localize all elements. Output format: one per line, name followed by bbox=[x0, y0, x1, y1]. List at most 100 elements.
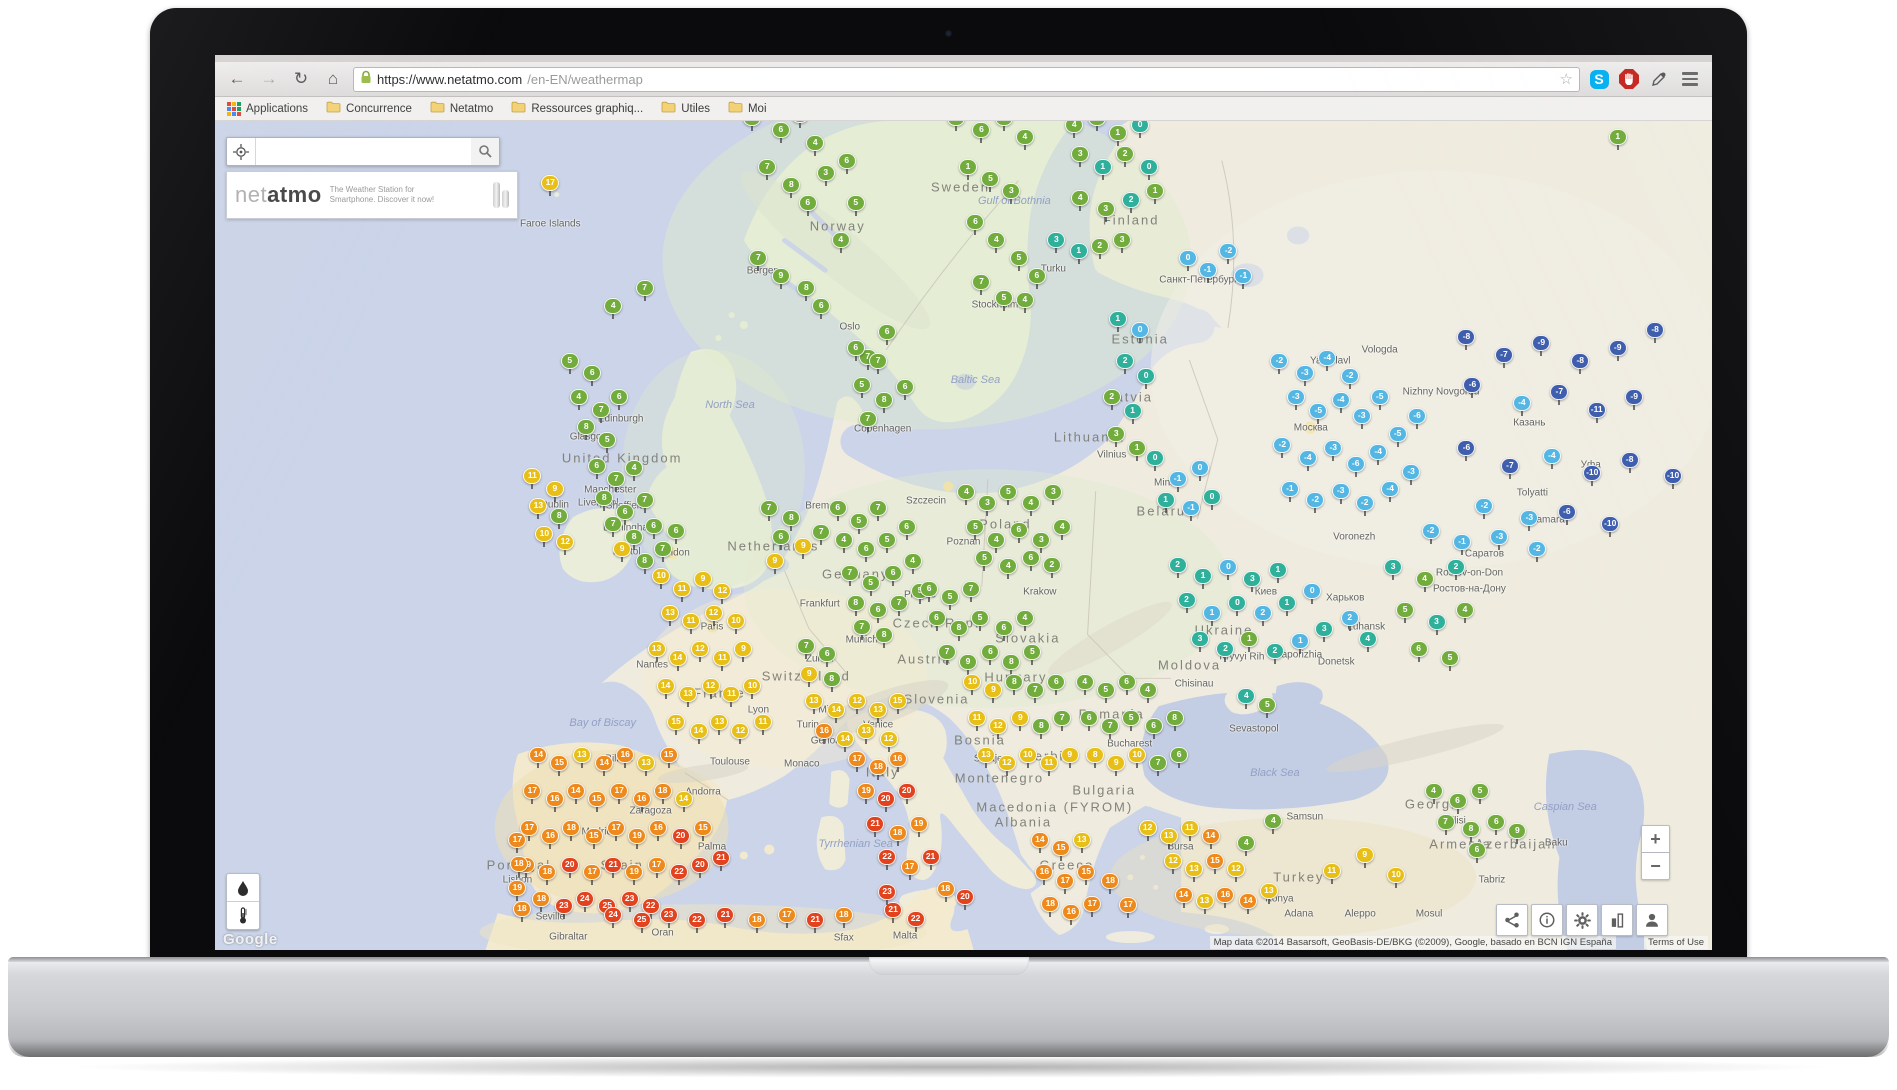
temp-marker[interactable]: 5 bbox=[941, 589, 959, 610]
temp-marker[interactable]: 19 bbox=[857, 783, 875, 804]
temp-marker[interactable]: 20 bbox=[561, 857, 579, 878]
temp-marker[interactable]: 6 bbox=[1080, 710, 1098, 731]
temp-marker[interactable]: 22 bbox=[907, 911, 925, 932]
temp-marker[interactable]: 10 bbox=[727, 613, 745, 634]
temp-marker[interactable]: 14 bbox=[827, 702, 845, 723]
temp-marker[interactable]: 5 bbox=[862, 575, 880, 596]
temp-marker[interactable]: 12 bbox=[556, 534, 574, 555]
temp-marker[interactable]: 18 bbox=[538, 864, 556, 885]
temp-marker[interactable]: 6 bbox=[588, 458, 606, 479]
temp-marker[interactable]: 8 bbox=[782, 177, 800, 198]
temp-marker[interactable]: 14 bbox=[836, 731, 854, 752]
temp-marker[interactable]: -6 bbox=[1457, 440, 1475, 461]
temp-marker[interactable]: 22 bbox=[688, 912, 706, 933]
temp-marker[interactable]: 3 bbox=[1071, 146, 1089, 167]
temp-marker[interactable]: 8 bbox=[1086, 747, 1104, 768]
temp-marker[interactable]: 5 bbox=[1471, 783, 1489, 804]
temp-marker[interactable]: 2 bbox=[1116, 353, 1134, 374]
temp-marker[interactable]: 4 bbox=[625, 460, 643, 481]
temp-marker[interactable]: 13 bbox=[977, 747, 995, 768]
temp-marker[interactable]: 9 bbox=[984, 682, 1002, 703]
temp-marker[interactable]: 4 bbox=[1237, 835, 1255, 856]
temp-marker[interactable]: -6 bbox=[1558, 504, 1576, 525]
temp-marker[interactable]: 12 bbox=[848, 693, 866, 714]
temp-marker[interactable]: 17 bbox=[1083, 896, 1101, 917]
temp-marker[interactable]: 6 bbox=[812, 298, 830, 319]
temp-marker[interactable]: 12 bbox=[691, 641, 709, 662]
temp-marker[interactable]: 3 bbox=[978, 495, 996, 516]
temp-marker[interactable]: 6 bbox=[829, 500, 847, 521]
bookmark-item-concurrence[interactable]: Concurrence bbox=[326, 101, 412, 116]
temp-marker[interactable]: 2 bbox=[1091, 238, 1109, 259]
temp-marker[interactable]: 16 bbox=[1035, 864, 1053, 885]
temp-marker[interactable]: 0 bbox=[1146, 450, 1164, 471]
temp-marker[interactable]: -1 bbox=[1281, 481, 1299, 502]
temp-marker[interactable]: 9 bbox=[546, 481, 564, 502]
temp-marker[interactable]: 17 bbox=[1119, 897, 1137, 918]
temp-marker[interactable]: 11 bbox=[754, 714, 772, 735]
settings-gear-button[interactable] bbox=[1566, 904, 1598, 936]
temp-marker[interactable]: -6 bbox=[1347, 456, 1365, 477]
terms-of-use-link[interactable]: Terms of Use bbox=[1644, 936, 1708, 949]
temp-marker[interactable]: 16 bbox=[815, 723, 833, 744]
temp-marker[interactable]: 6 bbox=[878, 324, 896, 345]
temp-marker[interactable]: -5 bbox=[1389, 426, 1407, 447]
temp-marker[interactable]: 7 bbox=[636, 492, 654, 513]
temp-marker[interactable]: 2 bbox=[1266, 643, 1284, 664]
bookmark-item-ressources-graphiq[interactable]: Ressources graphiq... bbox=[511, 101, 643, 116]
temp-marker[interactable]: 11 bbox=[722, 686, 740, 707]
temp-marker[interactable]: -2 bbox=[1219, 243, 1237, 264]
weather-map[interactable]: North SeaBaltic SeaGulf of BothniaBay of… bbox=[215, 121, 1712, 950]
temp-marker[interactable]: 7 bbox=[962, 581, 980, 602]
temp-marker[interactable]: 18 bbox=[835, 907, 853, 928]
temp-marker[interactable]: 6 bbox=[995, 620, 1013, 641]
temp-marker[interactable]: 1 bbox=[959, 159, 977, 180]
temp-marker[interactable]: 2 bbox=[1216, 641, 1234, 662]
temp-marker[interactable]: -3 bbox=[1296, 365, 1314, 386]
temp-marker[interactable]: 1 bbox=[1240, 631, 1258, 652]
temp-marker[interactable]: 4 bbox=[1016, 292, 1034, 313]
temp-marker[interactable]: -4 bbox=[1369, 444, 1387, 465]
temp-marker[interactable]: 6 bbox=[847, 340, 865, 361]
temp-marker[interactable]: 6 bbox=[1022, 550, 1040, 571]
temp-marker[interactable]: 6 bbox=[1028, 268, 1046, 289]
temp-marker[interactable]: -6 bbox=[1408, 408, 1426, 429]
temp-marker[interactable]: 18 bbox=[1041, 896, 1059, 917]
temp-marker[interactable]: 9 bbox=[1011, 710, 1029, 731]
adblock-extension-icon[interactable] bbox=[1618, 68, 1640, 90]
temp-marker[interactable]: 17 bbox=[508, 832, 526, 853]
temp-marker[interactable]: 7 bbox=[1101, 718, 1119, 739]
temp-marker[interactable]: 1 bbox=[1070, 243, 1088, 264]
temp-marker[interactable]: 7 bbox=[853, 619, 871, 640]
temp-marker[interactable]: 6 bbox=[799, 195, 817, 216]
temp-marker[interactable]: 20 bbox=[898, 783, 916, 804]
temp-marker[interactable]: 17 bbox=[848, 751, 866, 772]
temp-marker[interactable]: 12 bbox=[1227, 861, 1245, 882]
temp-marker[interactable]: 9 bbox=[1356, 847, 1374, 868]
temp-marker[interactable]: 6 bbox=[898, 519, 916, 540]
temp-marker[interactable]: 14 bbox=[1239, 893, 1257, 914]
temp-marker[interactable]: 2 bbox=[1122, 192, 1140, 213]
temp-marker[interactable]: 6 bbox=[981, 644, 999, 665]
temp-marker[interactable]: 11 bbox=[1323, 863, 1341, 884]
temp-marker[interactable]: 5 bbox=[878, 532, 896, 553]
temp-marker[interactable]: 20 bbox=[672, 828, 690, 849]
temp-marker[interactable]: -11 bbox=[1588, 402, 1606, 423]
temp-marker[interactable]: -3 bbox=[1324, 440, 1342, 461]
temp-marker[interactable]: 9 bbox=[800, 666, 818, 687]
temp-marker[interactable]: 6 bbox=[972, 122, 990, 143]
temp-marker[interactable]: 4 bbox=[1065, 121, 1083, 138]
temperature-mode-button[interactable] bbox=[227, 901, 259, 929]
temp-marker[interactable]: 9 bbox=[1107, 755, 1125, 776]
temp-marker[interactable]: 8 bbox=[1166, 710, 1184, 731]
temp-marker[interactable]: 4 bbox=[1016, 610, 1034, 631]
temp-marker[interactable]: 14 bbox=[1175, 887, 1193, 908]
temp-marker[interactable]: 18 bbox=[1101, 873, 1119, 894]
temp-marker[interactable]: 7 bbox=[972, 274, 990, 295]
temp-marker[interactable]: 22 bbox=[670, 864, 688, 885]
temp-marker[interactable]: 15 bbox=[694, 820, 712, 841]
temp-marker[interactable]: 18 bbox=[654, 783, 672, 804]
temp-marker[interactable]: 8 bbox=[595, 490, 613, 511]
temp-marker[interactable]: 4 bbox=[1456, 602, 1474, 623]
temp-marker[interactable]: 4 bbox=[1022, 495, 1040, 516]
